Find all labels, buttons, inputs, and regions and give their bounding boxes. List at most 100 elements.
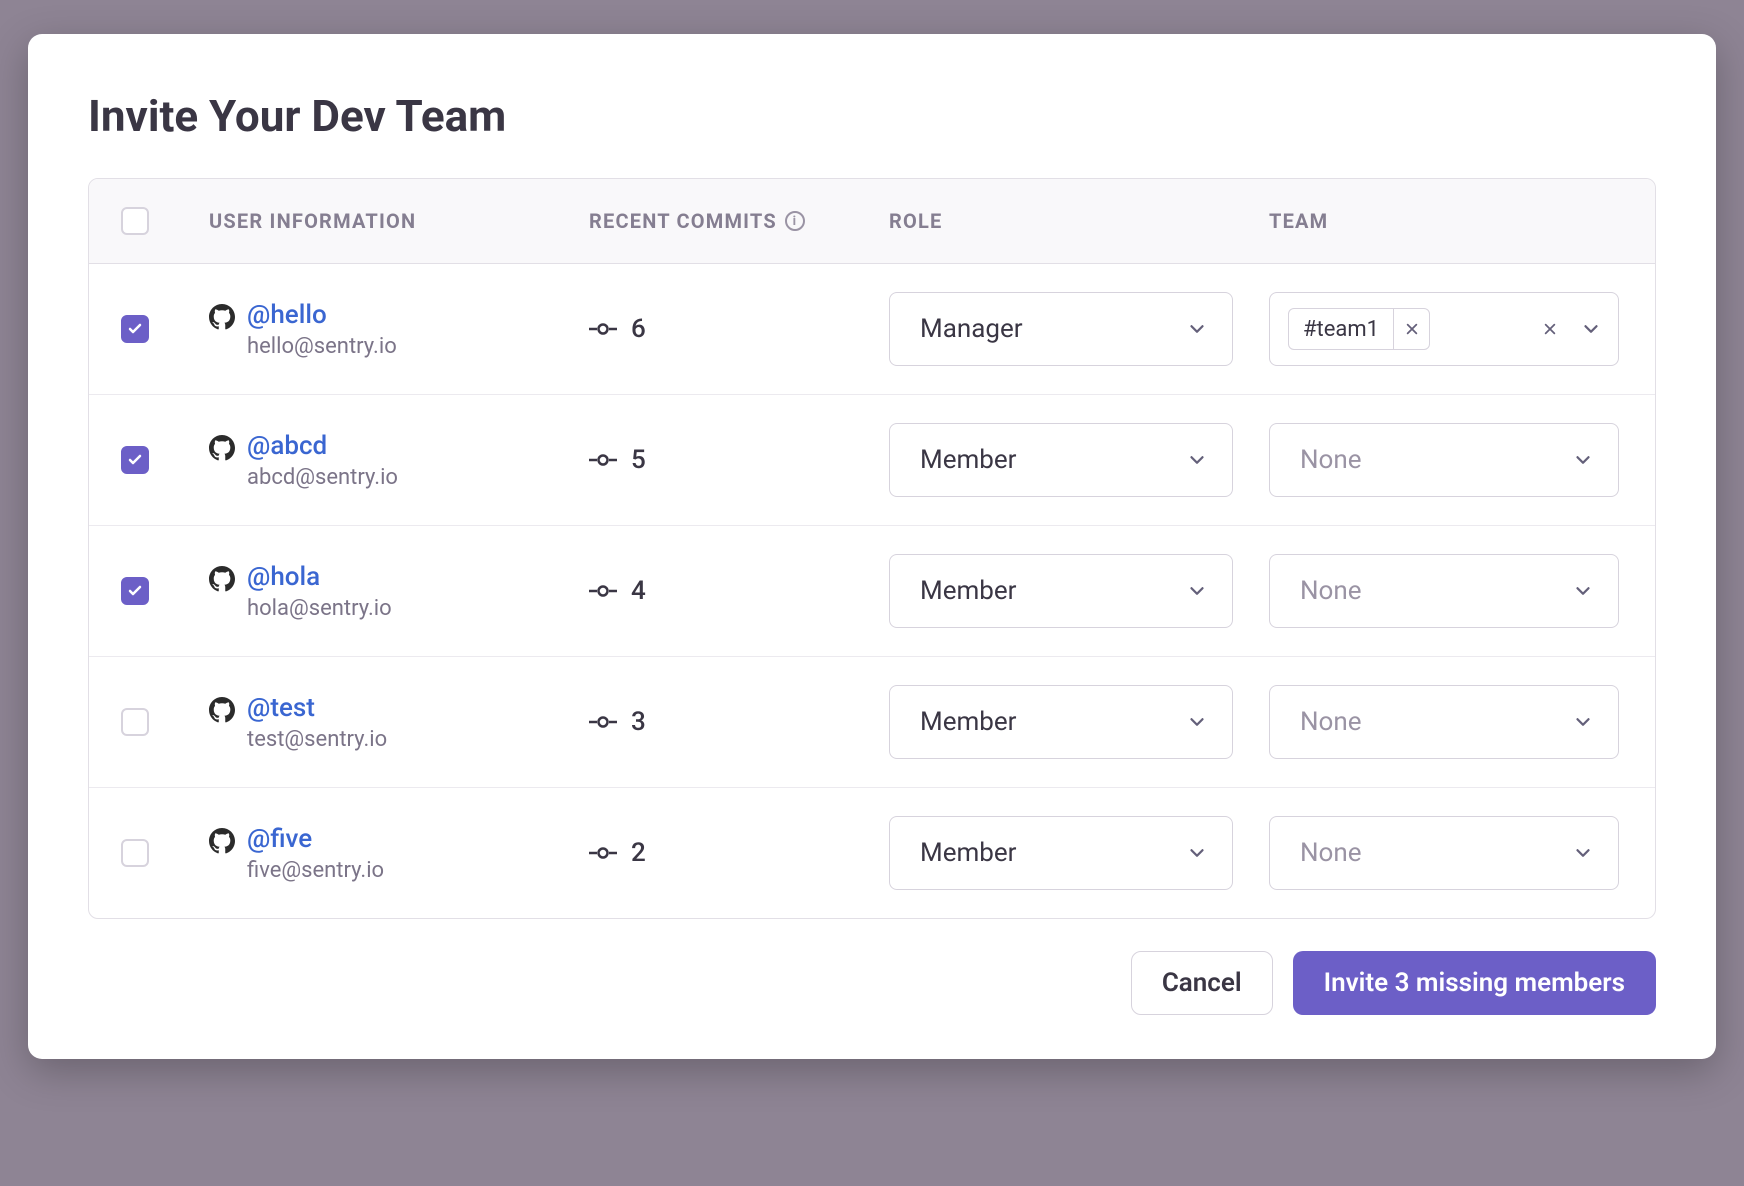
- team-select[interactable]: None: [1269, 423, 1619, 497]
- role-select-value: Member: [920, 707, 1016, 737]
- row-checkbox-cell: [89, 839, 209, 867]
- user-email: hola@sentry.io: [247, 596, 392, 621]
- role-select[interactable]: Member: [889, 554, 1233, 628]
- info-icon[interactable]: i: [785, 211, 805, 231]
- team-cell: None: [1269, 554, 1655, 628]
- header-role: ROLE: [889, 209, 1269, 233]
- user-email: five@sentry.io: [247, 858, 384, 883]
- chevron-down-icon: [1186, 318, 1208, 340]
- github-icon: [209, 566, 235, 592]
- role-cell: Member: [889, 554, 1269, 628]
- table-row: @abcd abcd@sentry.io 5 Member None: [89, 395, 1655, 526]
- github-icon: [209, 435, 235, 461]
- cancel-button[interactable]: Cancel: [1131, 951, 1273, 1015]
- chevron-down-icon: [1186, 711, 1208, 733]
- commits-count: 6: [631, 314, 646, 344]
- commit-icon: [589, 712, 617, 732]
- row-checkbox[interactable]: [121, 708, 149, 736]
- table-row: @hello hello@sentry.io 6 Manager #team1: [89, 264, 1655, 395]
- row-checkbox-cell: [89, 315, 209, 343]
- role-select-value: Member: [920, 838, 1016, 868]
- team-select-value: None: [1300, 838, 1362, 868]
- team-select-value: None: [1300, 445, 1362, 475]
- role-select[interactable]: Manager: [889, 292, 1233, 366]
- header-user: USER INFORMATION: [209, 209, 589, 233]
- chevron-down-icon: [1572, 842, 1594, 864]
- team-cell: None: [1269, 816, 1655, 890]
- user-info: @hello hello@sentry.io: [209, 300, 589, 359]
- role-select-value: Member: [920, 445, 1016, 475]
- user-handle-link[interactable]: @hello: [247, 300, 397, 330]
- team-tag-label: #team1: [1289, 317, 1393, 342]
- row-checkbox-cell: [89, 446, 209, 474]
- user-email: hello@sentry.io: [247, 334, 397, 359]
- tag-remove-icon[interactable]: [1393, 309, 1429, 349]
- select-all-checkbox[interactable]: [121, 207, 149, 235]
- team-select[interactable]: None: [1269, 685, 1619, 759]
- github-icon: [209, 828, 235, 854]
- user-handle-link[interactable]: @hola: [247, 562, 392, 592]
- user-handle-link[interactable]: @test: [247, 693, 387, 723]
- commits-count: 5: [631, 445, 646, 475]
- header-commits: RECENT COMMITS i: [589, 209, 889, 233]
- invite-table: USER INFORMATION RECENT COMMITS i ROLE T…: [88, 178, 1656, 919]
- github-icon: [209, 697, 235, 723]
- team-multiselect[interactable]: #team1: [1269, 292, 1619, 366]
- row-checkbox[interactable]: [121, 446, 149, 474]
- commits-cell: 4: [589, 576, 889, 606]
- chevron-down-icon: [1580, 318, 1602, 340]
- row-checkbox[interactable]: [121, 839, 149, 867]
- team-tag: #team1: [1288, 308, 1430, 350]
- modal-title: Invite Your Dev Team: [88, 90, 1656, 142]
- table-row: @hola hola@sentry.io 4 Member None: [89, 526, 1655, 657]
- invite-modal: Invite Your Dev Team USER INFORMATION RE…: [28, 34, 1716, 1059]
- team-select-value: None: [1300, 707, 1362, 737]
- github-icon: [209, 304, 235, 330]
- row-checkbox-cell: [89, 577, 209, 605]
- role-select[interactable]: Member: [889, 685, 1233, 759]
- user-handle-link[interactable]: @five: [247, 824, 384, 854]
- header-checkbox-cell: [89, 207, 209, 235]
- role-select-value: Manager: [920, 314, 1023, 344]
- chevron-down-icon: [1572, 580, 1594, 602]
- team-cell: None: [1269, 423, 1655, 497]
- commits-cell: 6: [589, 314, 889, 344]
- role-select-value: Member: [920, 576, 1016, 606]
- clear-all-icon[interactable]: [1538, 317, 1562, 341]
- team-cell: None: [1269, 685, 1655, 759]
- role-select[interactable]: Member: [889, 816, 1233, 890]
- row-checkbox[interactable]: [121, 577, 149, 605]
- table-row: @five five@sentry.io 2 Member None: [89, 788, 1655, 918]
- role-cell: Member: [889, 685, 1269, 759]
- role-cell: Manager: [889, 292, 1269, 366]
- header-commits-label: RECENT COMMITS: [589, 209, 777, 233]
- user-email: abcd@sentry.io: [247, 465, 398, 490]
- role-cell: Member: [889, 423, 1269, 497]
- header-team: TEAM: [1269, 209, 1655, 233]
- row-checkbox[interactable]: [121, 315, 149, 343]
- commits-cell: 5: [589, 445, 889, 475]
- team-cell: #team1: [1269, 292, 1655, 366]
- commit-icon: [589, 319, 617, 339]
- user-info: @abcd abcd@sentry.io: [209, 431, 589, 490]
- chevron-down-icon: [1186, 449, 1208, 471]
- commits-cell: 3: [589, 707, 889, 737]
- role-select[interactable]: Member: [889, 423, 1233, 497]
- invite-button[interactable]: Invite 3 missing members: [1293, 951, 1656, 1015]
- commit-icon: [589, 450, 617, 470]
- chevron-down-icon: [1186, 842, 1208, 864]
- user-info: @hola hola@sentry.io: [209, 562, 589, 621]
- team-select[interactable]: None: [1269, 816, 1619, 890]
- user-info: @test test@sentry.io: [209, 693, 589, 752]
- table-header: USER INFORMATION RECENT COMMITS i ROLE T…: [89, 179, 1655, 264]
- team-select[interactable]: None: [1269, 554, 1619, 628]
- commits-cell: 2: [589, 838, 889, 868]
- commits-count: 3: [631, 707, 646, 737]
- role-cell: Member: [889, 816, 1269, 890]
- user-handle-link[interactable]: @abcd: [247, 431, 398, 461]
- commits-count: 2: [631, 838, 646, 868]
- user-email: test@sentry.io: [247, 727, 387, 752]
- row-checkbox-cell: [89, 708, 209, 736]
- table-row: @test test@sentry.io 3 Member None: [89, 657, 1655, 788]
- modal-footer: Cancel Invite 3 missing members: [88, 951, 1656, 1015]
